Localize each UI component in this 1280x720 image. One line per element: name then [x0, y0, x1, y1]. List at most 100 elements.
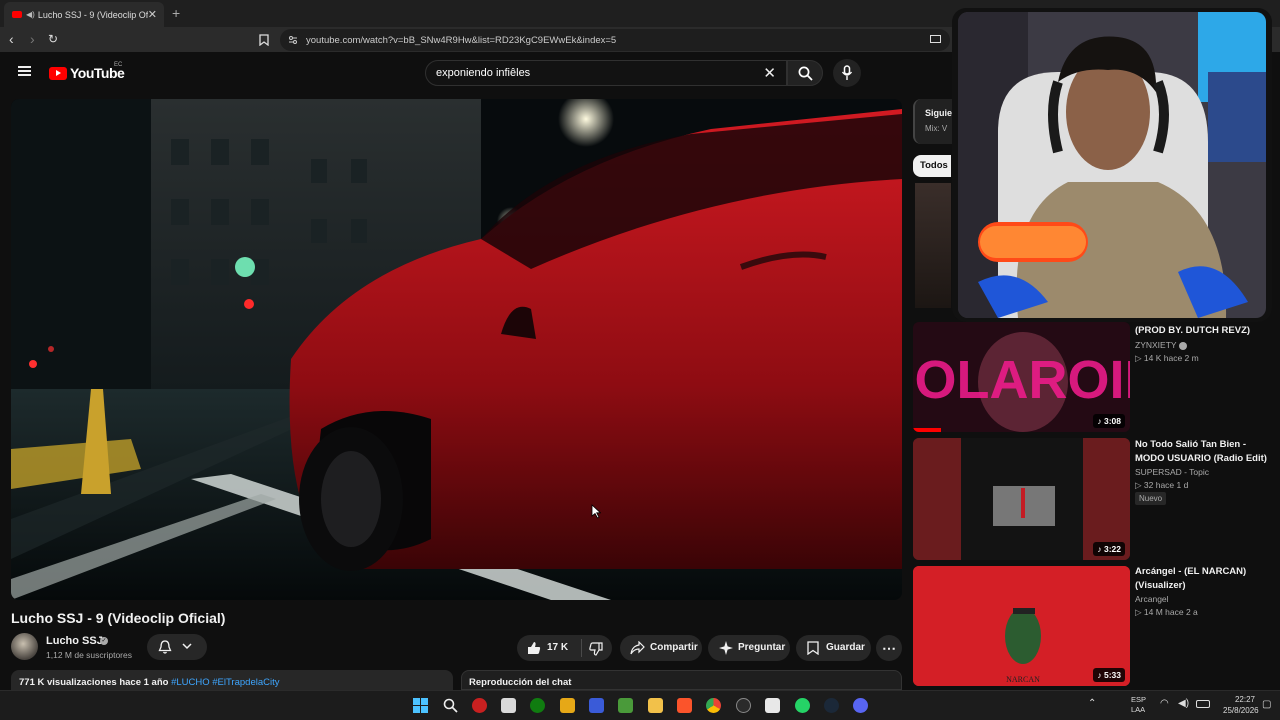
channel-label: ZYNXIETY [1135, 340, 1177, 350]
clear-search-icon[interactable]: ✕ [763, 64, 776, 82]
youtube-header: YouTube EC exponiendo infiêles ✕ [0, 52, 950, 94]
site-info-icon[interactable] [288, 35, 298, 45]
save-label: Guardar [826, 642, 865, 653]
video-title: Lucho SSJ - 9 (Videoclip Oficial) [11, 610, 226, 626]
video-meta: ▷ 32 hace 1 d [1135, 480, 1189, 490]
video-channel[interactable]: ZYNXIETY [1135, 340, 1187, 350]
video-frame [11, 99, 902, 600]
windows-start-icon[interactable] [413, 698, 428, 713]
save-button[interactable]: Guardar [796, 635, 871, 661]
search-query: exponiendo infiêles [436, 67, 531, 79]
duration-value: 5:33 [1103, 670, 1121, 680]
video-title-link[interactable]: Arcángel - (EL NARCAN) (Visualizer) [1135, 565, 1270, 592]
minecraft-app-icon[interactable] [618, 698, 633, 713]
speaker-icon[interactable]: ◀) [26, 10, 35, 19]
description-box[interactable]: 771 K visualizaciones hace 1 año #LUCHO … [11, 670, 453, 690]
forward-icon[interactable]: › [30, 31, 35, 47]
close-tab-icon[interactable]: ✕ [148, 8, 157, 21]
playlist-panel[interactable]: Siguie Mix: V [913, 99, 953, 144]
views-and-date: 771 K visualizaciones hace 1 año [19, 677, 169, 688]
brave-browser-icon[interactable] [677, 698, 692, 713]
like-count: 17 K [547, 642, 569, 653]
more-actions-icon[interactable]: ⋯ [876, 635, 902, 661]
dislike-button[interactable] [583, 635, 612, 661]
back-icon[interactable]: ‹ [9, 31, 14, 47]
video-thumbnail[interactable] [915, 183, 951, 308]
channel-name[interactable]: Lucho SSJ [46, 635, 103, 647]
like-divider [581, 639, 582, 657]
new-tab-icon[interactable]: + [172, 5, 180, 21]
playlist-subtitle: Mix: V [925, 124, 948, 133]
video-thumbnail[interactable]: POLAROID ♪ 3:08 [913, 322, 1130, 432]
steam-app-icon[interactable] [824, 698, 839, 713]
thumbs-down-icon [589, 642, 603, 656]
share-button[interactable]: Compartir [620, 635, 702, 661]
share-icon [630, 641, 645, 655]
bookmark-icon[interactable] [259, 34, 269, 46]
language-code: ESP [1131, 695, 1147, 704]
webcam-image [958, 12, 1266, 318]
search-icon [798, 66, 813, 81]
video-duration: ♪ 3:08 [1093, 414, 1125, 428]
video-title-link[interactable]: No Todo Salió Tan Bien - MODO USUARIO (R… [1135, 438, 1270, 465]
filter-chip-all[interactable]: Todos [913, 155, 951, 177]
title-line-1: Arcángel - (EL NARCAN) [1135, 566, 1247, 577]
notifications-icon[interactable]: ▢ [1262, 699, 1271, 710]
like-dislike-group: 17 K [517, 635, 612, 661]
volume-icon[interactable]: ◀) [1178, 698, 1189, 709]
subscriber-count: 1,12 M de suscriptores [46, 650, 132, 660]
store-app-icon[interactable] [501, 698, 516, 713]
wifi-icon[interactable]: ◠ [1160, 698, 1169, 709]
layout-code: LAA [1131, 705, 1146, 714]
meta-value: 14 K hace 2 m [1143, 353, 1199, 363]
capcut-app-icon[interactable] [765, 698, 780, 713]
clock-time: 22:27 [1234, 695, 1255, 704]
microphone-icon [841, 65, 853, 80]
duration-value: 3:08 [1103, 416, 1121, 426]
recorder-app-icon[interactable] [472, 698, 487, 713]
chat-replay-title: Reproducción del chat [469, 677, 572, 688]
xbox-app-icon[interactable] [530, 698, 545, 713]
chevron-down-icon [182, 643, 192, 650]
video-channel[interactable]: Arcangel [1135, 594, 1169, 604]
thumbnail-text: NARCAN [1006, 675, 1040, 684]
video-title-link[interactable]: (PROD BY. DUTCH REVZ) [1135, 324, 1270, 338]
notes-app-icon[interactable] [589, 698, 604, 713]
youtube-logo[interactable]: YouTube EC [49, 62, 125, 81]
chrome-browser-icon[interactable] [706, 698, 721, 713]
address-bar[interactable]: youtube.com/watch?v=bB_SNw4R9Hw&list=RD2… [280, 29, 950, 51]
file-explorer-icon[interactable] [648, 698, 663, 713]
like-button[interactable]: 17 K [517, 635, 577, 661]
menu-icon[interactable] [18, 66, 31, 76]
verified-check-icon [1178, 341, 1187, 350]
ask-label: Preguntar [738, 642, 786, 653]
chat-replay-panel[interactable]: Reproducción del chat [461, 670, 902, 690]
channel-avatar[interactable] [11, 633, 38, 660]
search-input[interactable]: exponiendo infiêles ✕ [425, 60, 787, 86]
search-button[interactable] [787, 60, 823, 86]
whatsapp-app-icon[interactable] [795, 698, 810, 713]
sparkle-icon [719, 641, 733, 655]
voice-search-button[interactable] [833, 59, 861, 87]
video-channel[interactable]: SUPERSAD - Topic [1135, 467, 1209, 477]
taskbar-search-icon[interactable] [443, 698, 458, 713]
hashtags[interactable]: #LUCHO #ElTrapdelaCity [171, 677, 279, 688]
obs-app-icon[interactable] [736, 698, 751, 713]
browser-tab[interactable]: ◀) Lucho SSJ - 9 (Videoclip Ofici... ✕ [4, 2, 164, 27]
game-app-icon[interactable] [560, 698, 575, 713]
discord-app-icon[interactable] [853, 698, 868, 713]
subscribed-notifications-button[interactable] [147, 634, 207, 660]
cast-icon[interactable] [930, 35, 941, 44]
tray-chevron-icon[interactable]: ⌃ [1088, 698, 1096, 709]
video-meta: ▷ 14 K hace 2 m [1135, 353, 1199, 363]
ask-button[interactable]: Preguntar [708, 635, 790, 661]
title-line-2: MODO USUARIO (Radio Edit) [1135, 452, 1267, 464]
system-clock[interactable]: 22:27 25/8/2026 [1223, 694, 1259, 716]
video-thumbnail[interactable]: NARCAN ♪ 5:33 [913, 566, 1130, 686]
reload-icon[interactable]: ↻ [48, 32, 58, 46]
video-player[interactable] [11, 99, 902, 600]
input-language[interactable]: ESP LAA [1131, 695, 1146, 715]
video-thumbnail[interactable]: ♪ 3:22 [913, 438, 1130, 560]
battery-icon[interactable] [1196, 700, 1210, 708]
thumbnail-text: POLAROID [913, 350, 1130, 410]
